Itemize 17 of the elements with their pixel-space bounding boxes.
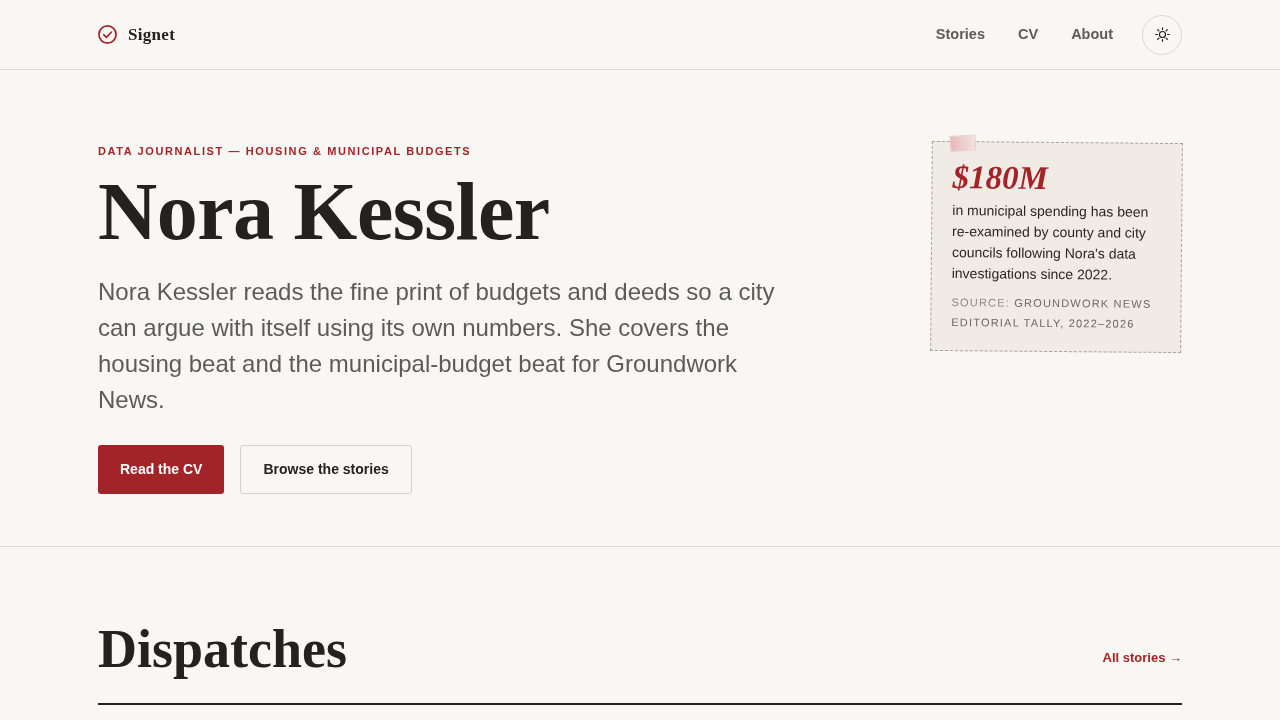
stat-figure: $180M [952, 158, 1050, 198]
nav-link[interactable]: Stories [935, 23, 985, 46]
tape-icon [949, 134, 977, 152]
nav-link[interactable]: CV [1017, 23, 1039, 46]
source-note: SOURCE: GROUNDWORK NEWS EDITORIAL TALLY, 2022–2026 [951, 295, 1153, 332]
browse-stories-button[interactable]: Browse the stories [240, 445, 412, 494]
logo-link[interactable]: Signet [98, 21, 176, 48]
stat-description: in municipal spending has been re-examined by county and city councils following Nora's data investigations since 2022. [951, 201, 1150, 285]
all-stories-link[interactable]: All stories → [1102, 647, 1182, 667]
section-heading: Dispatches [98, 618, 347, 681]
sun-icon [1154, 27, 1170, 42]
name-heading: Nora Kessler [98, 168, 551, 256]
read-cv-button[interactable]: Read the CV [98, 445, 225, 494]
eyebrow-text: DATA JOURNALIST — HOUSING & MUNICIPAL BUDGETS [98, 144, 473, 158]
check-circle-icon [98, 25, 117, 44]
nav-link[interactable]: About [1071, 23, 1113, 46]
intro-paragraph: Nora Kessler reads the fine print of budgets and deeds so a city can argue with itself using its own numbers. She covers the housing beat and the municipal-budget beat for Groundwork News. [98, 277, 776, 415]
